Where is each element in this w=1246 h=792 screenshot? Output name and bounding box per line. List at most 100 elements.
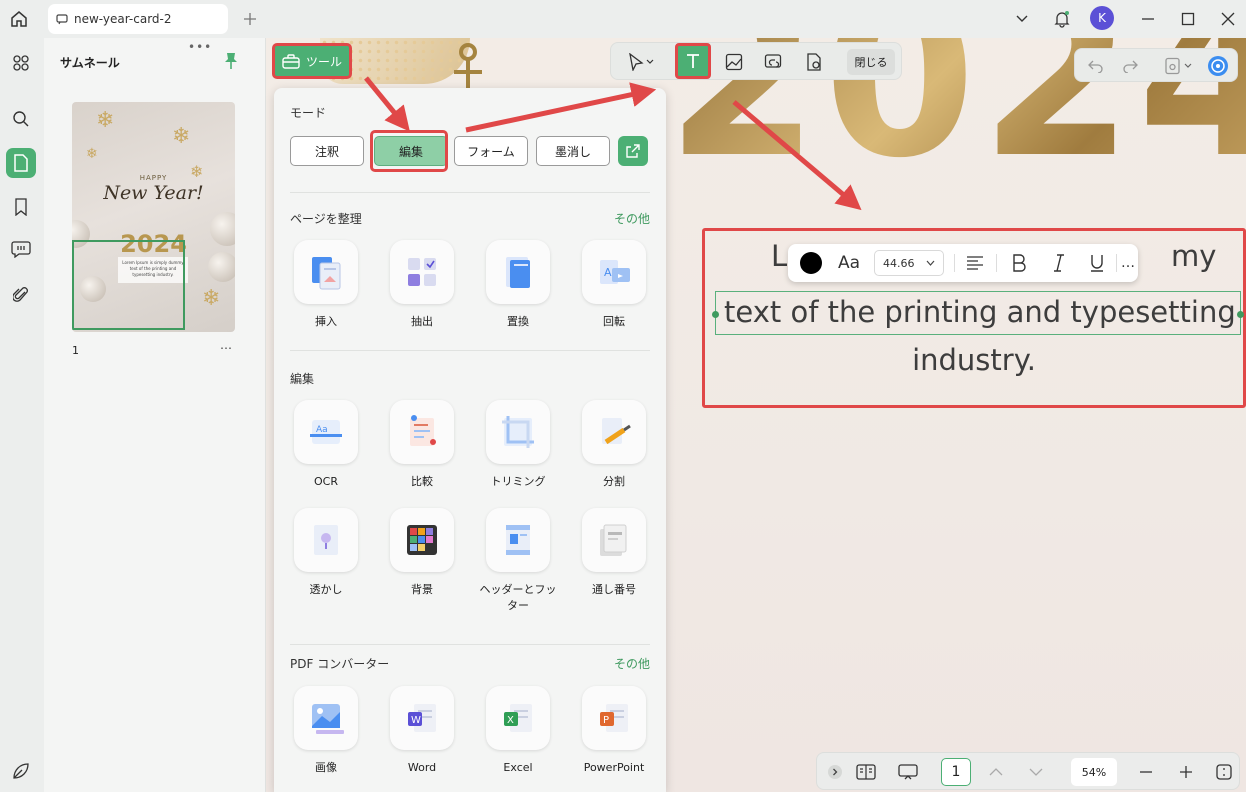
page-layout-button[interactable] (853, 759, 879, 785)
rail-search-button[interactable] (6, 104, 36, 134)
font-color-button[interactable] (798, 250, 824, 276)
cursor-icon (629, 53, 654, 71)
tool-background[interactable]: 背景 (382, 508, 462, 618)
tool-convert-image[interactable]: 画像 (286, 686, 366, 792)
stamp-icon (807, 53, 821, 71)
rail-apps-button[interactable] (6, 48, 36, 78)
tool-label: 置換 (507, 315, 529, 328)
edit-section-label: 編集 (290, 372, 315, 386)
zoom-level[interactable]: 54% (1071, 758, 1117, 786)
add-link-button[interactable] (759, 49, 789, 75)
new-tab-button[interactable] (238, 6, 262, 32)
redo-button[interactable] (1117, 53, 1143, 79)
selected-text-box[interactable]: text of the printing and typesetting (712, 291, 1244, 335)
rail-theme-button[interactable] (6, 756, 36, 786)
bold-button[interactable] (1004, 250, 1034, 276)
tool-convert-powerpoint[interactable]: P PowerPoint (574, 686, 654, 792)
rail-attachment-button[interactable] (6, 280, 36, 310)
tool-crop[interactable]: トリミング (478, 400, 558, 510)
tool-ocr[interactable]: Aa OCR (286, 400, 366, 510)
tool-convert-excel[interactable]: X Excel (478, 686, 558, 792)
tool-header-footer[interactable]: ヘッダーとフッター (478, 508, 558, 618)
watermark-icon (294, 508, 358, 572)
converter-more-link[interactable]: その他 (614, 655, 650, 672)
tool-split[interactable]: 分割 (574, 400, 654, 510)
zoom-in-button[interactable] (1173, 759, 1199, 785)
add-text-button[interactable] (675, 43, 711, 79)
font-family-button[interactable]: Aa (834, 250, 864, 276)
tool-insert[interactable]: 挿入 (286, 240, 366, 350)
rail-thumbnails-button[interactable] (6, 148, 36, 178)
text-line-1-end: my (1171, 239, 1217, 273)
italic-button[interactable] (1044, 250, 1074, 276)
organize-more-link[interactable]: その他 (614, 210, 650, 227)
notification-button[interactable] (1050, 7, 1074, 31)
maximize-button[interactable] (1176, 7, 1200, 31)
tab-list-dropdown[interactable] (1010, 7, 1034, 31)
add-stamp-button[interactable] (799, 49, 829, 75)
collapse-bar-button[interactable] (825, 759, 845, 785)
tool-watermark[interactable]: 透かし (286, 508, 366, 618)
bottom-navigation-bar: 1 54% (816, 752, 1240, 790)
save-button[interactable] (1161, 53, 1197, 79)
next-page-button[interactable] (1023, 759, 1049, 785)
tool-label: PowerPoint (583, 761, 645, 774)
underline-button[interactable] (1082, 250, 1112, 276)
home-icon[interactable] (6, 6, 32, 32)
image-icon (725, 53, 743, 71)
header-footer-icon (486, 508, 550, 572)
tool-convert-word[interactable]: W Word (382, 686, 462, 792)
page-thumbnail[interactable]: ❄ ❄ ❄ ❄ ❄ HAPPY New Year! 2024 Lorem Ips… (72, 102, 235, 332)
align-button[interactable] (960, 250, 990, 276)
page-icon (14, 154, 28, 172)
snowflake-icon: ❄ (86, 146, 98, 162)
save-icon (1165, 57, 1192, 75)
document-tab[interactable]: new-year-card-2 (48, 4, 228, 34)
font-size-select[interactable]: 44.66 (874, 250, 944, 276)
zoom-out-button[interactable] (1133, 759, 1159, 785)
thumbnail-more-button[interactable]: … (220, 338, 232, 352)
presentation-button[interactable] (893, 759, 923, 785)
grid-icon (13, 55, 29, 71)
tool-compare[interactable]: 比較 (382, 400, 462, 510)
open-external-button[interactable] (618, 136, 648, 166)
mode-redact-button[interactable]: 墨消し (536, 136, 610, 166)
previous-page-button[interactable] (983, 759, 1009, 785)
tool-bates-number[interactable]: 通し番号 (574, 508, 654, 618)
tool-rotate[interactable]: A 回転 (574, 240, 654, 350)
resize-handle-right[interactable] (1237, 311, 1244, 318)
add-image-button[interactable] (719, 49, 749, 75)
split-icon (582, 400, 646, 464)
ai-assistant-button[interactable] (1205, 53, 1231, 79)
resize-handle-left[interactable] (712, 311, 719, 318)
compare-icon (390, 400, 454, 464)
undo-button[interactable] (1083, 53, 1109, 79)
fit-page-button[interactable] (1211, 759, 1237, 785)
mode-annotate-button[interactable]: 注釈 (290, 136, 364, 166)
font-size-value: 44.66 (883, 256, 915, 270)
pin-icon[interactable] (224, 52, 238, 74)
tool-replace[interactable]: 置換 (478, 240, 558, 350)
tools-button[interactable]: ツール (272, 43, 352, 79)
close-edit-toolbar-button[interactable]: 閉じる (847, 49, 895, 75)
panel-grip-handle[interactable]: ••• (188, 40, 212, 54)
rail-comment-button[interactable] (6, 234, 36, 264)
organize-section-label: ページを整理 (290, 212, 362, 226)
svg-text:W: W (411, 715, 421, 726)
close-window-button[interactable] (1216, 7, 1240, 31)
minimize-button[interactable] (1136, 7, 1160, 31)
mode-form-button[interactable]: フォーム (454, 136, 528, 166)
avatar[interactable]: K (1090, 6, 1114, 30)
mode-edit-highlight (370, 130, 448, 172)
format-more-button[interactable]: … (1118, 250, 1138, 276)
divider (290, 192, 650, 193)
rail-bookmark-button[interactable] (6, 192, 36, 222)
thumbnail-happy-text: HAPPY (139, 174, 168, 182)
text-line-3: industry. (912, 343, 1036, 377)
underline-icon (1091, 255, 1103, 272)
select-tool-button[interactable] (619, 49, 663, 75)
tool-label: 回転 (603, 315, 625, 328)
tool-extract[interactable]: 抽出 (382, 240, 462, 350)
link-icon (764, 54, 782, 68)
page-number-input[interactable]: 1 (941, 758, 971, 786)
